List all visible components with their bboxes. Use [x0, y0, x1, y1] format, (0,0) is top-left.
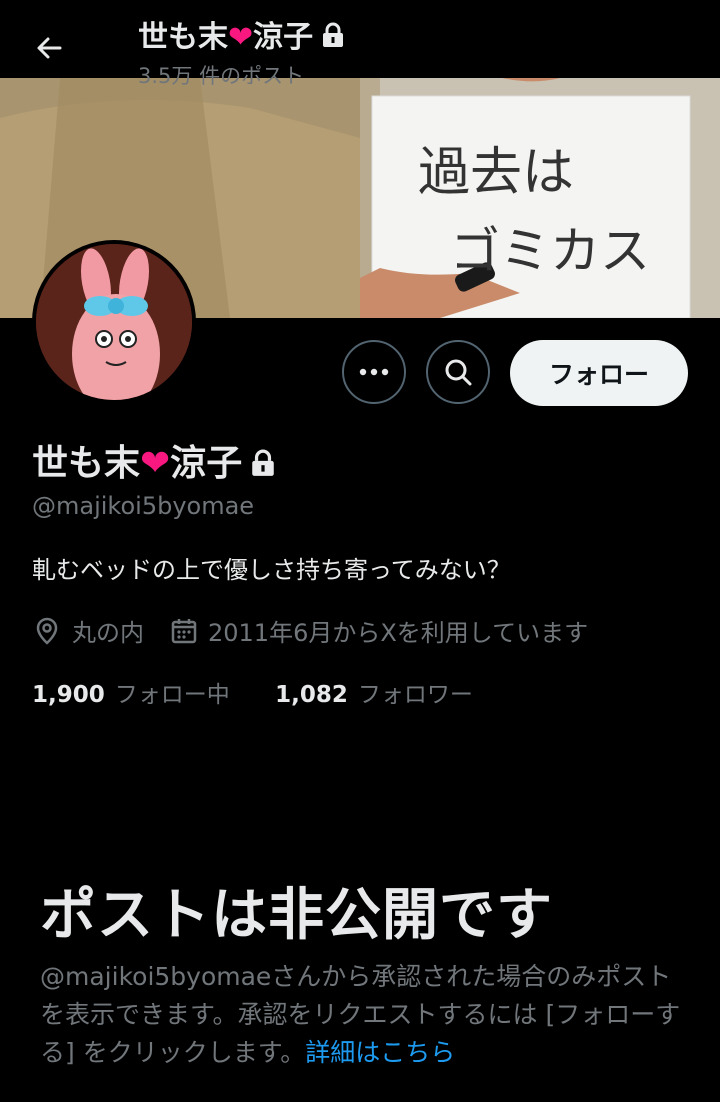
more-dots-icon: [359, 368, 389, 376]
location: 丸の内: [32, 613, 144, 648]
learn-more-link[interactable]: 詳細はこちら: [305, 1038, 455, 1067]
board-text-line2: ゴミカス: [450, 222, 650, 280]
join-date-text: 2011年6月からXを利用しています: [208, 619, 589, 647]
private-notice-body: @majikoi5byomaeさんから承認された場合のみポストを表示できます。承…: [40, 958, 690, 1072]
header-title: 世も末❤涼子: [138, 12, 345, 56]
following-count: 1,900: [32, 682, 105, 708]
more-button[interactable]: [342, 340, 406, 404]
header-name-pre: 世も末: [138, 20, 228, 55]
display-name-post: 涼子: [170, 443, 243, 484]
location-text: 丸の内: [72, 619, 144, 647]
lock-icon: [250, 445, 276, 486]
display-name: 世も末❤涼子: [32, 434, 276, 486]
profile-meta: 丸の内 2011年6月からXを利用しています: [32, 613, 614, 648]
search-button[interactable]: [426, 340, 490, 404]
following-link[interactable]: 1,900 フォロー中: [32, 682, 230, 708]
avatar[interactable]: [32, 240, 196, 404]
display-name-pre: 世も末: [32, 443, 141, 484]
board-text-line1: 過去は: [418, 143, 574, 203]
header-name-post: 涼子: [253, 20, 314, 55]
top-bar: 世も末❤涼子 3.5万 件のポスト: [0, 0, 720, 88]
private-notice-title: ポストは非公開です: [40, 883, 553, 948]
bio: 軋むベッドの上で優しさ持ち寄ってみない？: [32, 556, 511, 584]
followers-label: フォロワー: [357, 682, 473, 708]
followers-link[interactable]: 1,082 フォロワー: [275, 682, 473, 708]
post-count: 3.5万 件のポスト: [138, 64, 305, 88]
join-date: 2011年6月からXを利用しています: [170, 613, 588, 648]
avatar-image: [36, 244, 192, 400]
back-button[interactable]: [30, 28, 70, 68]
follow-button[interactable]: フォロー: [510, 340, 688, 406]
following-label: フォロー中: [114, 682, 230, 708]
heart-icon: ❤: [140, 443, 171, 484]
location-pin-icon: [36, 617, 58, 645]
user-handle: @majikoi5byomae: [32, 492, 255, 520]
follow-stats: 1,900 フォロー中 1,082 フォロワー: [32, 675, 511, 709]
search-icon: [445, 359, 472, 386]
followers-count: 1,082: [275, 682, 348, 708]
back-arrow-icon: [37, 37, 62, 59]
lock-icon: [321, 21, 345, 56]
calendar-icon: [171, 618, 197, 643]
heart-icon: ❤: [228, 20, 254, 55]
